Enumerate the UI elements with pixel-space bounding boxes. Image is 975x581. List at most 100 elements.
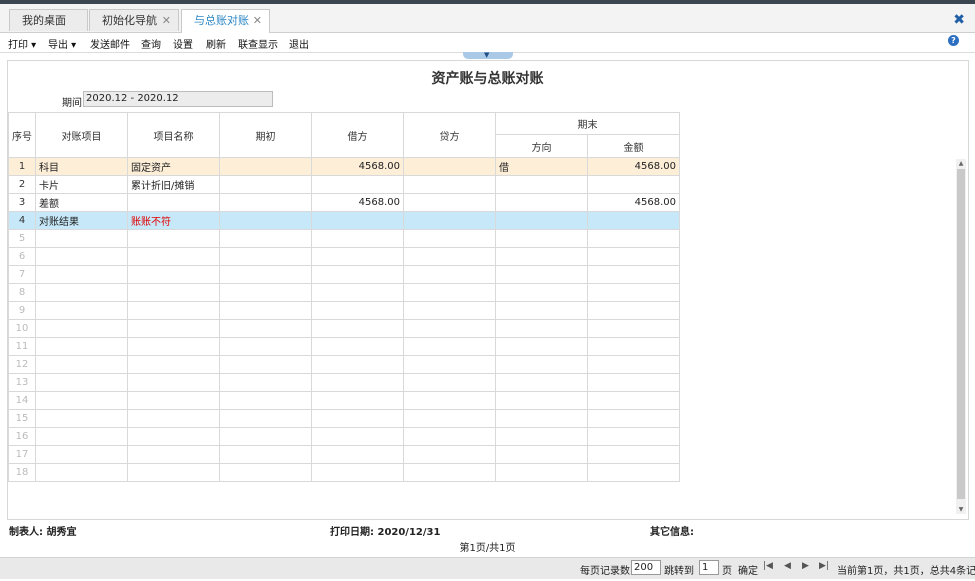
close-all-icon[interactable]: ✖: [953, 13, 965, 27]
table-row[interactable]: 13: [8, 373, 680, 392]
table-row[interactable]: 10: [8, 319, 680, 338]
cell-opening: [219, 355, 312, 374]
cell-direction: [495, 427, 588, 446]
collapse-handle[interactable]: ▼: [463, 51, 513, 59]
help-icon[interactable]: ?: [948, 35, 959, 46]
col-header-direction: 方向: [495, 134, 588, 158]
confirm-button[interactable]: 确定: [738, 562, 758, 577]
print-button[interactable]: 打印 ▾: [8, 36, 36, 51]
cell-seq: 1: [8, 157, 36, 176]
cell-opening: [219, 445, 312, 464]
joint-display-button[interactable]: 联查显示: [238, 36, 278, 51]
cell-seq: 3: [8, 193, 36, 212]
table-row[interactable]: 3 差额 4568.00 4568.00: [8, 193, 680, 212]
cell-direction: [495, 247, 588, 266]
cell-name: [127, 445, 220, 464]
cell-amount: [587, 445, 680, 464]
cell-name: [127, 373, 220, 392]
cell-credit: [403, 427, 496, 446]
cell-amount: [587, 175, 680, 194]
cell-debit: [311, 175, 404, 194]
page-unit-label: 页: [722, 566, 732, 577]
tab-init-guide[interactable]: 初始化导航 ✕: [89, 9, 179, 31]
cell-direction: [495, 445, 588, 464]
cell-name: [127, 463, 220, 482]
table-row[interactable]: 14: [8, 391, 680, 410]
cell-debit: [311, 247, 404, 266]
cell-debit: [311, 463, 404, 482]
tab-reconcile-ledger[interactable]: 与总账对账 ✕: [181, 9, 270, 33]
close-icon[interactable]: ✕: [253, 10, 262, 31]
col-header-seq: 序号: [8, 112, 36, 158]
cell-amount: [587, 373, 680, 392]
reconcile-table: 序号 对账项目 项目名称 期初 借方 贷方 期末 方向 金额 1 科目 固定资产 45…: [8, 112, 680, 482]
cell-debit: [311, 409, 404, 428]
cell-opening: [219, 409, 312, 428]
send-mail-button[interactable]: 发送邮件: [90, 36, 130, 51]
scrollbar-thumb[interactable]: [957, 169, 965, 499]
cell-debit: [311, 283, 404, 302]
cell-credit: [403, 283, 496, 302]
export-button[interactable]: 导出 ▾: [48, 36, 76, 51]
table-row[interactable]: 8: [8, 283, 680, 302]
table-row[interactable]: 17: [8, 445, 680, 464]
cell-debit: [311, 373, 404, 392]
cell-credit: [403, 265, 496, 284]
query-button[interactable]: 查询: [141, 36, 161, 51]
cell-direction: [495, 355, 588, 374]
table-row[interactable]: 2 卡片 累计折旧/摊销: [8, 175, 680, 194]
goto-page-input[interactable]: 1: [699, 560, 719, 575]
cell-credit: [403, 373, 496, 392]
table-row[interactable]: 4 对账结果 账账不符: [8, 211, 680, 230]
table-row[interactable]: 18: [8, 463, 680, 482]
prev-page-icon[interactable]: ◀: [784, 561, 791, 571]
cell-amount: 4568.00: [587, 193, 680, 212]
cell-debit: [311, 337, 404, 356]
cell-opening: [219, 373, 312, 392]
cell-credit: [403, 463, 496, 482]
per-page-input[interactable]: 200: [631, 560, 661, 575]
cell-name: [127, 427, 220, 446]
settings-button[interactable]: 设置: [173, 36, 193, 51]
table-row[interactable]: 7: [8, 265, 680, 284]
cell-credit: [403, 355, 496, 374]
vertical-scrollbar[interactable]: ▲ ▼: [956, 159, 966, 514]
close-icon[interactable]: ✕: [162, 10, 171, 31]
cell-amount: [587, 391, 680, 410]
table-row[interactable]: 11: [8, 337, 680, 356]
cell-opening: [219, 463, 312, 482]
scroll-down-icon[interactable]: ▼: [956, 506, 966, 513]
cell-amount: [587, 211, 680, 230]
table-row[interactable]: 15: [8, 409, 680, 428]
cell-credit: [403, 337, 496, 356]
cell-seq: 15: [8, 409, 36, 428]
table-row[interactable]: 16: [8, 427, 680, 446]
refresh-button[interactable]: 刷新: [206, 36, 226, 51]
table-row[interactable]: 9: [8, 301, 680, 320]
tab-label: 我的桌面: [22, 14, 66, 27]
tab-my-desktop[interactable]: 我的桌面: [9, 9, 88, 31]
next-page-icon[interactable]: ▶: [802, 561, 809, 571]
table-row[interactable]: 6: [8, 247, 680, 266]
last-page-icon[interactable]: ▶|: [819, 561, 829, 571]
cell-name: [127, 193, 220, 212]
cell-opening: [219, 391, 312, 410]
cell-direction: 借: [495, 157, 588, 176]
table-row[interactable]: 1 科目 固定资产 4568.00 借 4568.00: [8, 157, 680, 176]
tab-label: 初始化导航: [102, 14, 157, 27]
cell-name: [127, 229, 220, 248]
cell-seq: 8: [8, 283, 36, 302]
table-row[interactable]: 12: [8, 355, 680, 374]
cell-seq: 9: [8, 301, 36, 320]
cell-seq: 18: [8, 463, 36, 482]
exit-button[interactable]: 退出: [289, 36, 309, 51]
cell-credit: [403, 157, 496, 176]
cell-seq: 11: [8, 337, 36, 356]
table-row[interactable]: 5: [8, 229, 680, 248]
cell-direction: [495, 301, 588, 320]
cell-opening: [219, 175, 312, 194]
scroll-up-icon[interactable]: ▲: [956, 160, 966, 167]
first-page-icon[interactable]: |◀: [763, 561, 773, 571]
cell-direction: [495, 175, 588, 194]
cell-debit: [311, 265, 404, 284]
